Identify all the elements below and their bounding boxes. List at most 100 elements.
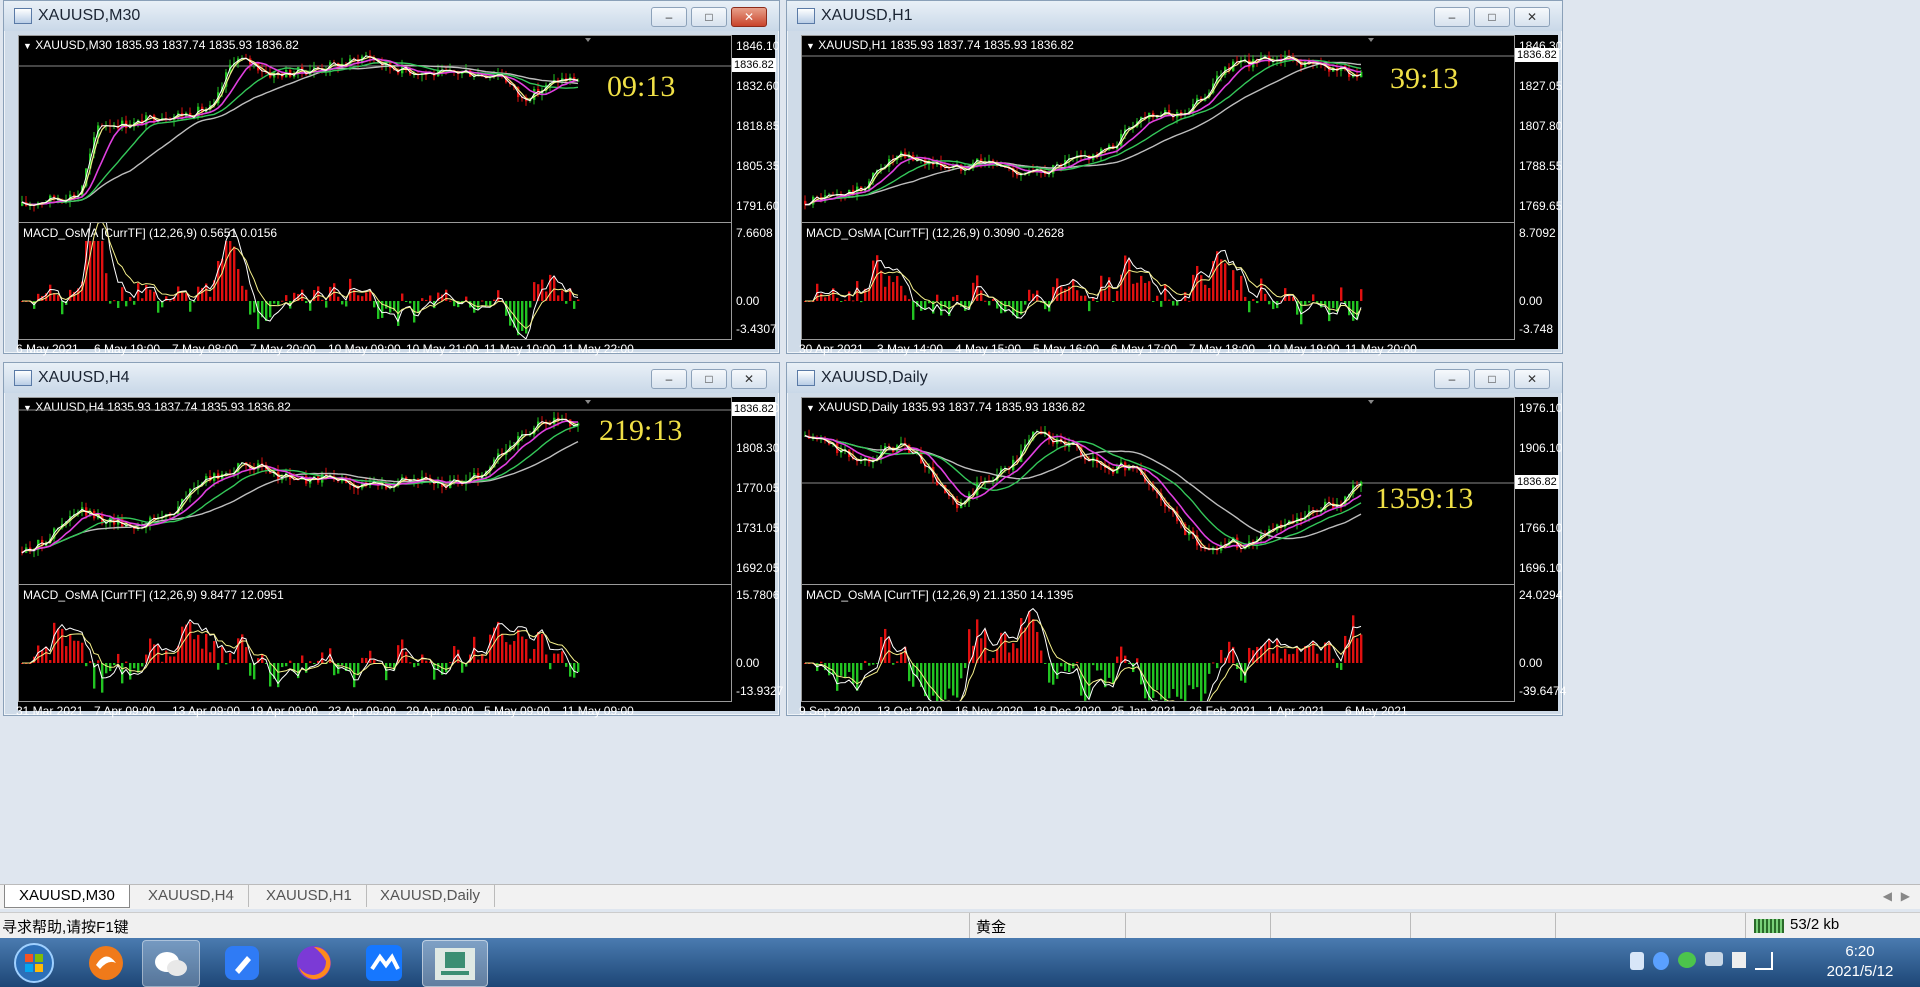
chart-window-daily[interactable]: XAUUSD,Daily – □ ✕ ▼ XAUUSD,Daily 1835.93 18… xyxy=(786,362,1566,718)
price-axis-label: 1791.60 xyxy=(736,199,780,213)
chart-window-m30[interactable]: XAUUSD,M30 – □ ✕ ▼ XAUUSD,M30 1835.93 1837.7… xyxy=(3,0,780,356)
macd-indicator-pane[interactable]: MACD_OsMA [CurrTF] (12,26,9) 0.5651 0.01… xyxy=(18,222,732,340)
tray-usb-icon[interactable] xyxy=(1630,952,1644,970)
price-chart-pane[interactable]: ▼ XAUUSD,H4 1835.93 1837.74 1835.93 1836… xyxy=(18,397,732,585)
chart-window-h1[interactable]: XAUUSD,H1 – □ ✕ ▼ XAUUSD,H1 1835.93 1837.74 … xyxy=(786,0,1563,356)
maximize-button[interactable]: □ xyxy=(1474,7,1510,27)
start-orb-icon[interactable] xyxy=(6,940,62,985)
chart-window-h4[interactable]: XAUUSD,H4 – □ ✕ ▼ XAUUSD,H4 1835.93 1837.74 … xyxy=(3,362,783,718)
close-button[interactable]: ✕ xyxy=(1514,369,1550,389)
close-button[interactable]: ✕ xyxy=(731,369,767,389)
price-chart-pane[interactable]: ▼ XAUUSD,Daily 1835.93 1837.74 1835.93 1… xyxy=(801,397,1515,585)
macd-axis-label: -39.6474 xyxy=(1519,684,1567,698)
time-axis-label: 10 May 19:00 xyxy=(1267,342,1340,356)
price-axis-label: 1808.30 xyxy=(736,441,780,455)
window-title: XAUUSD,M30 xyxy=(38,7,141,24)
maximize-button[interactable]: □ xyxy=(691,369,727,389)
price-axis-label: 1788.55 xyxy=(1519,159,1563,173)
current-price-marker: 1836.82 xyxy=(732,402,776,416)
chart-tab-bar: XAUUSD,M30 XAUUSD,H4 XAUUSD,H1 XAUUSD,Da… xyxy=(0,884,1920,909)
price-axis-label: 1827.05 xyxy=(1519,79,1563,93)
chart-area[interactable]: ▼ XAUUSD,H4 1835.93 1837.74 1835.93 1836… xyxy=(16,397,783,718)
price-chart-pane[interactable]: ▼ XAUUSD,M30 1835.93 1837.74 1835.93 183… xyxy=(18,35,732,223)
current-price-marker: 1836.82 xyxy=(1515,48,1559,62)
clock-time: 6:20 xyxy=(1845,943,1875,960)
window-title: XAUUSD,H1 xyxy=(821,7,913,24)
candlestick-series xyxy=(802,400,1514,555)
tab-xauusd-h1[interactable]: XAUUSD,H1 xyxy=(252,885,367,907)
macd-histogram xyxy=(21,619,580,693)
tab-scroll-right-icon[interactable]: ▶ xyxy=(1901,889,1910,903)
tray-volume-icon[interactable] xyxy=(1732,952,1746,968)
chart-area[interactable]: ▼ XAUUSD,M30 1835.93 1837.74 1835.93 183… xyxy=(16,35,779,356)
macd-axis-label: 24.0294 xyxy=(1519,588,1563,602)
window-title: XAUUSD,Daily xyxy=(821,369,928,386)
tray-shield-icon[interactable] xyxy=(1653,952,1669,970)
tray-clock[interactable]: 6:20 2021/5/12 xyxy=(1805,942,1915,982)
chart-window-icon xyxy=(14,8,32,24)
window-titlebar[interactable]: XAUUSD,H1 – □ ✕ xyxy=(787,1,1562,31)
macd-indicator-pane[interactable]: MACD_OsMA [CurrTF] (12,26,9) 0.3090 -0.2… xyxy=(801,222,1515,340)
minimize-button[interactable]: – xyxy=(651,369,687,389)
time-axis-label: 11 May 09:00 xyxy=(562,704,634,718)
current-price-marker: 1836.82 xyxy=(1515,475,1559,489)
tab-xauusd-daily[interactable]: XAUUSD,Daily xyxy=(366,885,496,907)
macd-histogram xyxy=(804,607,1363,701)
system-tray xyxy=(1630,952,1773,970)
chart-area[interactable]: ▼ XAUUSD,Daily 1835.93 1837.74 1835.93 1… xyxy=(799,397,1566,718)
minimize-button[interactable]: – xyxy=(651,7,687,27)
macd-indicator-pane[interactable]: MACD_OsMA [CurrTF] (12,26,9) 9.8477 12.0… xyxy=(18,584,732,702)
time-axis-label: 29 Apr 09:00 xyxy=(406,704,475,718)
window-titlebar[interactable]: XAUUSD,M30 – □ ✕ xyxy=(4,1,779,31)
time-axis-label: 31 Mar 2021 xyxy=(16,704,84,718)
traffic-bars-icon xyxy=(1754,919,1784,933)
time-axis-label: 1 Apr 2021 xyxy=(1267,704,1326,718)
maximize-button[interactable]: □ xyxy=(691,7,727,27)
mt4-terminal-icon[interactable] xyxy=(422,940,488,987)
macd-axis-label: 0.00 xyxy=(1519,294,1543,308)
time-axis-label: 5 May 16:00 xyxy=(1033,342,1100,356)
close-button[interactable]: ✕ xyxy=(731,7,767,27)
minimize-button[interactable]: – xyxy=(1434,369,1470,389)
window-titlebar[interactable]: XAUUSD,H4 – □ ✕ xyxy=(4,363,779,393)
price-axis-label: 1805.35 xyxy=(736,159,780,173)
macd-axis-label: -3.4307 xyxy=(736,322,777,336)
firefox-icon[interactable] xyxy=(286,940,342,985)
time-axis-label: 7 May 08:00 xyxy=(172,342,239,356)
price-axis-label: 1766.10 xyxy=(1519,521,1563,535)
tray-network-icon[interactable] xyxy=(1705,952,1723,966)
wechat-icon[interactable] xyxy=(142,940,200,987)
chart-area[interactable]: ▼ XAUUSD,H1 1835.93 1837.74 1835.93 1836… xyxy=(799,35,1562,356)
macd-axis-label: 0.00 xyxy=(736,656,760,670)
time-axis-label: 3 May 14:00 xyxy=(877,342,944,356)
tab-xauusd-m30[interactable]: XAUUSD,M30 xyxy=(4,885,130,908)
feishu-icon[interactable] xyxy=(214,940,270,985)
status-symbol-name: 黄金 xyxy=(976,919,1007,936)
macd-axis-label: 0.00 xyxy=(736,294,760,308)
candlestick-series xyxy=(19,400,731,558)
close-button[interactable]: ✕ xyxy=(1514,7,1550,27)
time-axis-label: 6 May 17:00 xyxy=(1111,342,1178,356)
tray-signal-icon[interactable] xyxy=(1755,952,1773,970)
clock-date: 2021/5/12 xyxy=(1826,963,1894,980)
tray-wechat-icon[interactable] xyxy=(1678,952,1696,968)
time-axis-label: 10 May 21:00 xyxy=(406,342,479,356)
tab-scroll-left-icon[interactable]: ◀ xyxy=(1883,889,1892,903)
price-chart-pane[interactable]: ▼ XAUUSD,H1 1835.93 1837.74 1835.93 1836… xyxy=(801,35,1515,223)
minimize-button[interactable]: – xyxy=(1434,7,1470,27)
time-axis-label: 9 Sep 2020 xyxy=(799,704,861,718)
maximize-button[interactable]: □ xyxy=(1474,369,1510,389)
macd-axis-label: 8.7092 xyxy=(1519,226,1556,240)
price-axis-label: 1731.05 xyxy=(736,521,780,535)
orange-app-icon[interactable] xyxy=(78,940,134,985)
tencent-meeting-icon[interactable] xyxy=(356,940,412,985)
macd-indicator-pane[interactable]: MACD_OsMA [CurrTF] (12,26,9) 21.1350 14.… xyxy=(801,584,1515,702)
window-titlebar[interactable]: XAUUSD,Daily – □ ✕ xyxy=(787,363,1562,393)
candlestick-series xyxy=(19,38,731,212)
tab-xauusd-h4[interactable]: XAUUSD,H4 xyxy=(134,885,249,907)
time-axis-label: 11 May 22:00 xyxy=(562,342,634,356)
time-axis-label: 30 Apr 2021 xyxy=(799,342,864,356)
window-title: XAUUSD,H4 xyxy=(38,369,130,386)
price-axis-label: 1770.05 xyxy=(736,481,780,495)
time-axis-label: 25 Jan 2021 xyxy=(1111,704,1178,718)
